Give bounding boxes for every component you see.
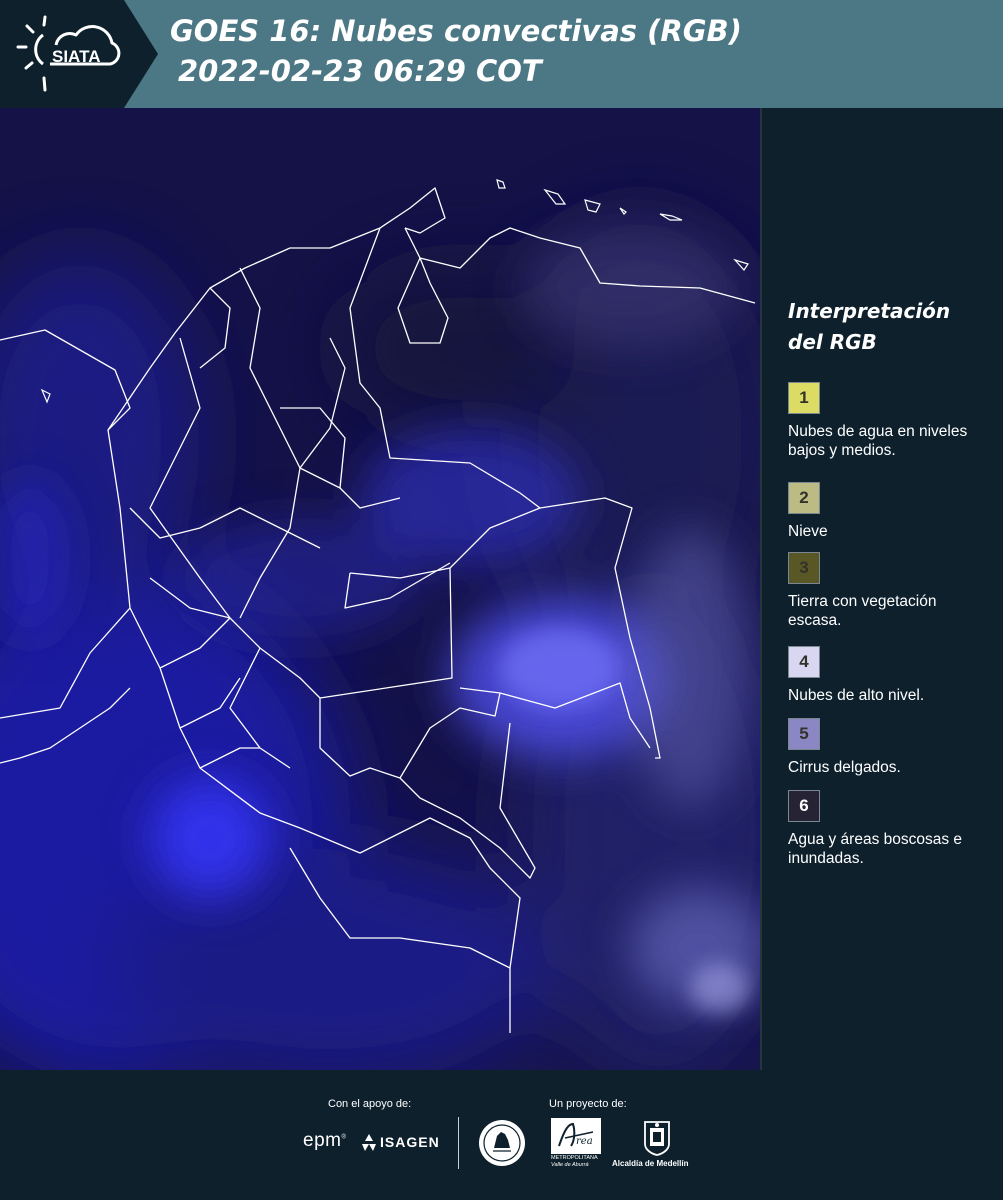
support-label: Con el apoyo de: (328, 1098, 412, 1110)
page-timestamp: 2022-02-23 06:29 COT (178, 54, 542, 88)
medellin-seal-logo[interactable] (477, 1118, 527, 1173)
logo-text: SIATA (52, 47, 100, 66)
legend-title: Interpretación del RGB (788, 296, 997, 358)
area-metropolitana-logo[interactable]: rea METROPOLITANA Valle de Aburrá (551, 1118, 601, 1170)
isagen-icon (362, 1134, 376, 1151)
header-banner: SIATA GOES 16: Nubes convectivas (RGB) 2… (0, 0, 1003, 108)
legend-swatch: 1 (788, 382, 820, 414)
legend-swatch: 5 (788, 718, 820, 750)
svg-text:rea: rea (576, 1136, 593, 1147)
legend-label: Agua y áreas boscosas e inundadas. (788, 831, 963, 867)
legend-swatch: 4 (788, 646, 820, 678)
legend-title-line1: Interpretación (788, 299, 951, 323)
area-caption-line1: METROPOLITANA (551, 1155, 598, 1161)
sun-cloud-icon: SIATA (0, 0, 158, 108)
legend-label: Cirrus delgados. (788, 759, 901, 776)
footer: Con el apoyo de: Un proyecto de: epm® IS… (0, 1070, 1003, 1200)
area-metropolitana-icon: rea (551, 1118, 601, 1154)
legend-title-line2: del RGB (788, 330, 877, 354)
epm-logo-text: epm (303, 1130, 342, 1151)
siata-logo[interactable]: SIATA (0, 0, 160, 108)
seal-icon (479, 1120, 525, 1166)
legend-item: 3 Tierra con vegetación escasa. (788, 552, 993, 630)
legend-label: Tierra con vegetación escasa. (788, 593, 937, 629)
footer-divider (458, 1117, 459, 1169)
epm-logo[interactable]: epm® (303, 1130, 346, 1152)
legend-item: 4 Nubes de alto nivel. (788, 646, 993, 705)
satellite-image (0, 108, 760, 1070)
alcaldia-caption: Alcaldía de Medellín (612, 1159, 689, 1168)
legend-label: Nubes de alto nivel. (788, 687, 925, 704)
legend-panel: Interpretación del RGB 1 Nubes de agua e… (772, 296, 997, 867)
page-title: GOES 16: Nubes convectivas (RGB) (170, 14, 742, 48)
legend-swatch: 2 (788, 482, 820, 514)
satellite-map[interactable] (0, 108, 762, 1070)
alcaldia-medellin-logo[interactable]: Alcaldía de Medellín (610, 1118, 705, 1172)
legend-item: 1 Nubes de agua en niveles bajos y medio… (788, 382, 993, 460)
legend-item: 2 Nieve (788, 482, 993, 541)
project-label: Un proyecto de: (549, 1098, 627, 1110)
legend-label: Nubes de agua en niveles bajos y medios. (788, 423, 968, 459)
legend-item: 5 Cirrus delgados. (788, 718, 993, 777)
legend-swatch: 3 (788, 552, 820, 584)
area-caption-line2: Valle de Aburrá (551, 1162, 589, 1168)
isagen-logo-text: ISAGEN (380, 1134, 440, 1150)
legend-item: 6 Agua y áreas boscosas e inundadas. (788, 790, 993, 868)
legend-label: Nieve (788, 523, 828, 540)
legend-swatch: 6 (788, 790, 820, 822)
coat-of-arms-icon (644, 1121, 670, 1156)
